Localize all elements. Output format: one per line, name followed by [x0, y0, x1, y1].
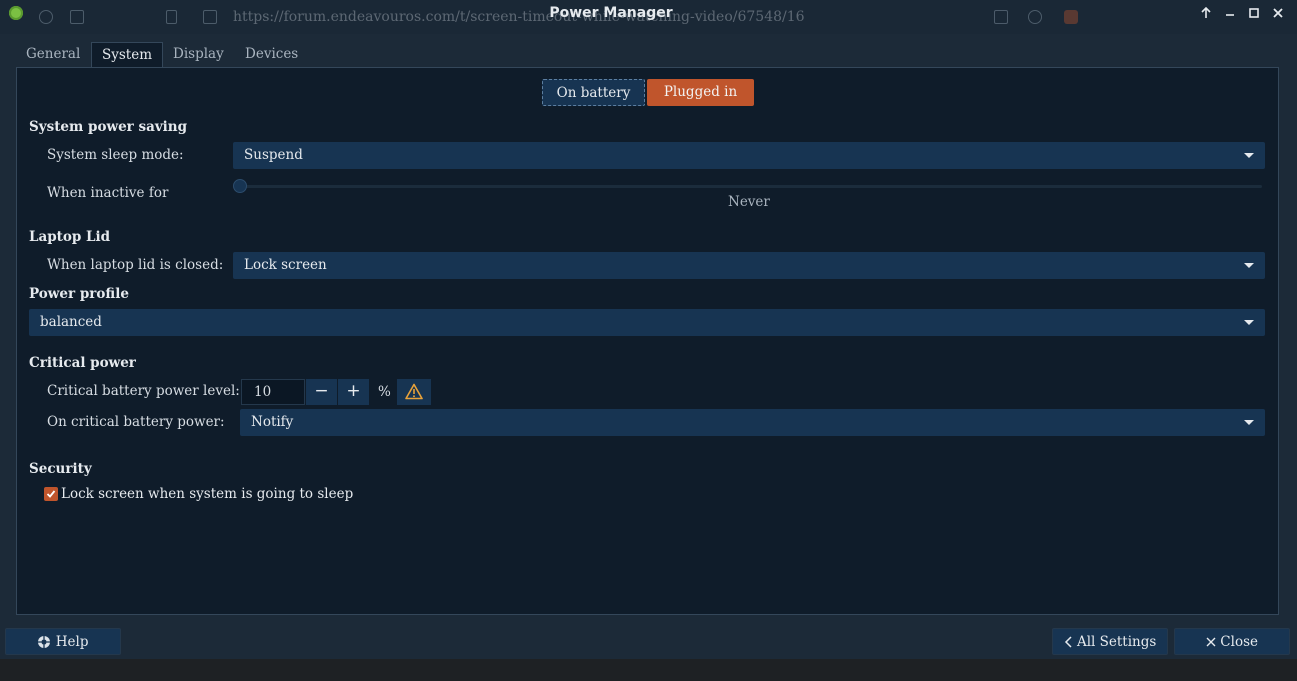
chevron-down-icon: [1244, 263, 1254, 268]
security-heading: Security: [29, 461, 92, 477]
maximize-button[interactable]: [1245, 5, 1263, 21]
system-power-saving-heading: System power saving: [29, 119, 188, 135]
minimize-button[interactable]: [1221, 5, 1239, 21]
tab-devices[interactable]: Devices: [235, 42, 308, 67]
inactive-slider-track[interactable]: [236, 185, 1262, 188]
on-battery-toggle[interactable]: On battery: [542, 79, 645, 106]
chevron-down-icon: [1244, 320, 1254, 325]
desktop-strip: [0, 659, 1297, 681]
lid-closed-select[interactable]: Lock screen: [233, 252, 1265, 279]
chevron-down-icon: [1244, 420, 1254, 425]
sleep-mode-value: Suspend: [244, 147, 303, 163]
inactive-slider-handle[interactable]: [233, 179, 247, 193]
warning-icon: [405, 383, 423, 400]
lid-closed-label: When laptop lid is closed:: [47, 257, 224, 273]
keep-above-button[interactable]: [1197, 5, 1215, 21]
all-settings-button[interactable]: All Settings: [1052, 628, 1168, 655]
chevron-left-icon: [1064, 635, 1072, 648]
tab-display[interactable]: Display: [163, 42, 234, 67]
all-settings-label: All Settings: [1076, 634, 1157, 650]
critical-action-select[interactable]: Notify: [240, 409, 1265, 436]
percent-unit: %: [378, 384, 391, 400]
window-title: Power Manager: [549, 5, 673, 21]
power-profile-value: balanced: [40, 314, 102, 330]
critical-level-label: Critical battery power level:: [47, 383, 240, 399]
help-button[interactable]: Help: [5, 628, 121, 655]
close-icon: [1206, 637, 1216, 646]
tab-general[interactable]: General: [16, 42, 90, 67]
laptop-lid-heading: Laptop Lid: [29, 229, 111, 245]
critical-level-input[interactable]: 10: [241, 379, 305, 405]
close-label: Close: [1220, 634, 1258, 650]
sleep-mode-select[interactable]: Suspend: [233, 142, 1265, 169]
lock-screen-checkbox[interactable]: [44, 487, 58, 501]
title-bar: https://forum.endeavouros.com/t/screen-t…: [0, 0, 1297, 34]
close-button[interactable]: Close: [1174, 628, 1290, 655]
close-icon: [1273, 7, 1283, 18]
maximize-icon: [1249, 7, 1259, 18]
checkmark-icon: [46, 490, 56, 498]
help-label: Help: [55, 634, 89, 650]
critical-power-heading: Critical power: [29, 355, 136, 371]
lid-closed-value: Lock screen: [244, 257, 327, 273]
critical-action-label: On critical battery power:: [47, 414, 225, 430]
power-profile-select[interactable]: balanced: [29, 309, 1265, 336]
power-profile-heading: Power profile: [29, 286, 129, 302]
close-window-button[interactable]: [1269, 5, 1287, 21]
lock-screen-label[interactable]: Lock screen when system is going to slee…: [61, 486, 353, 502]
increment-button[interactable]: +: [338, 379, 369, 405]
help-lifebuoy-icon: [38, 635, 51, 648]
plugged-in-toggle[interactable]: Plugged in: [647, 79, 754, 106]
minimize-icon: [1226, 13, 1234, 16]
decrement-button[interactable]: −: [306, 379, 337, 405]
critical-action-value: Notify: [251, 414, 294, 430]
sleep-mode-label: System sleep mode:: [47, 147, 184, 163]
inactive-value: Never: [728, 194, 770, 210]
chevron-down-icon: [1244, 153, 1254, 158]
critical-level-warning-button[interactable]: [397, 379, 431, 405]
tab-system[interactable]: System: [91, 42, 163, 67]
up-arrow-icon: [1201, 6, 1211, 18]
inactive-label: When inactive for: [47, 185, 169, 201]
